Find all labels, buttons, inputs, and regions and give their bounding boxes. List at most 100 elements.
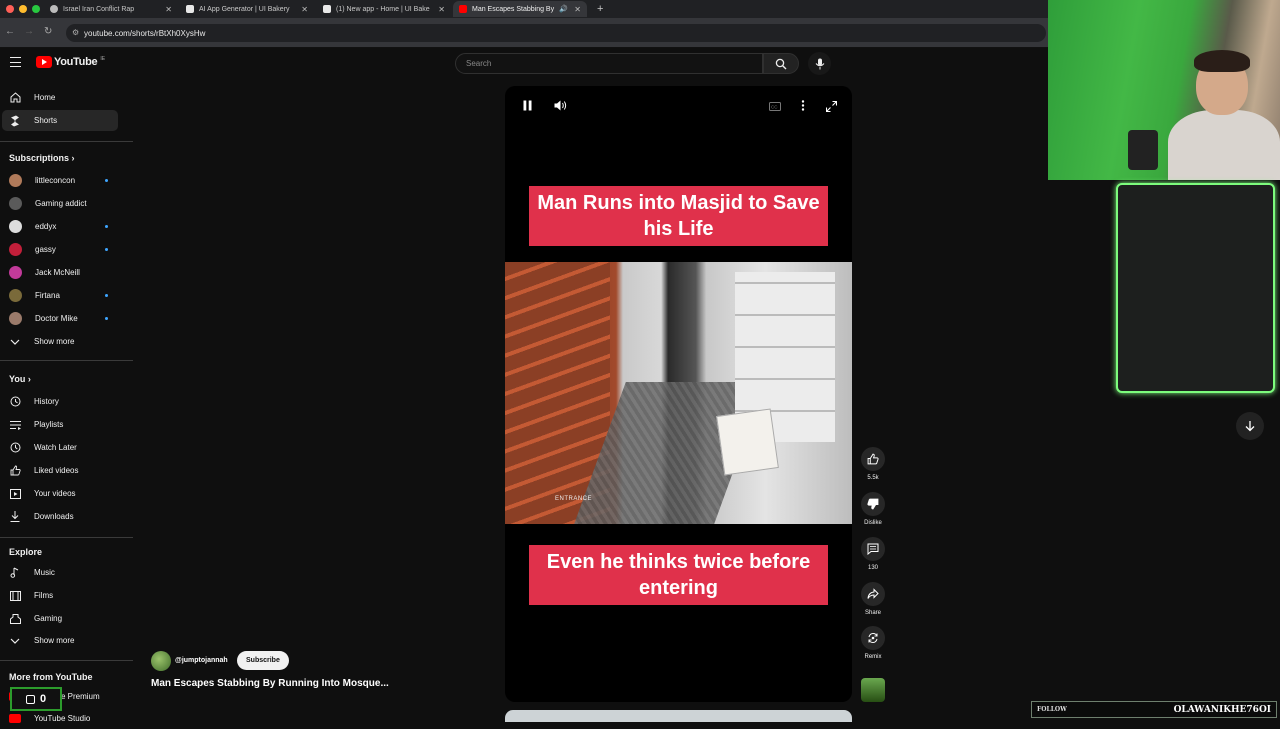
share-label: Share [864,610,881,616]
close-tab-icon[interactable]: ✕ [165,5,172,14]
pause-icon[interactable] [523,100,532,114]
maximize-window-button[interactable] [32,5,40,13]
sidebar-divider [0,537,133,538]
sidebar-item-subscription[interactable]: Firtana [2,285,118,306]
sidebar-item-subscription[interactable]: Doctor Mike [2,308,118,329]
next-video-button[interactable] [1236,412,1264,440]
share-icon [867,588,879,599]
show-more-subscriptions[interactable]: Show more [2,331,118,352]
youtube-logo[interactable]: YouTube IE [36,56,105,68]
new-tab-button[interactable]: + [591,1,607,17]
video-caption-top: Man Runs into Masjid to Save his Life [529,186,828,246]
shorts-video-player[interactable]: CC Man Runs into Masjid to Save his Life… [505,86,852,702]
url-field[interactable]: ⚙ youtube.com/shorts/rBtXh0XysHw [66,24,1046,42]
sidebar-item-subscription[interactable]: Gaming addict [2,193,118,214]
youtube-studio-icon [9,714,21,723]
sidebar-item-youtube-studio[interactable]: YouTube Studio [2,708,118,729]
logo-region: IE [100,56,106,62]
sidebar-item-your-videos[interactable]: Your videos [2,483,118,504]
sidebar-item-films[interactable]: Films [2,585,118,606]
sidebar-item-home[interactable]: Home [2,87,118,108]
shorts-icon [9,115,21,127]
sidebar-item-label: Downloads [34,512,74,521]
counter-value: 0 [39,693,47,705]
close-tab-icon[interactable]: ✕ [301,5,308,14]
sidebar-item-shorts[interactable]: Shorts [2,110,118,131]
minimize-window-button[interactable] [19,5,27,13]
forward-arrow-icon[interactable]: → [24,26,34,37]
more-from-youtube-heading: More from YouTube [9,672,93,682]
avatar [9,266,22,279]
sidebar-item-liked-videos[interactable]: Liked videos [2,460,118,481]
sidebar-item-label: littleconcon [35,176,76,185]
sidebar-item-label: Shorts [34,116,58,125]
site-info-icon[interactable]: ⚙ [72,28,79,37]
share-button[interactable]: Share [861,582,885,616]
close-window-button[interactable] [6,5,14,13]
sidebar-item-music[interactable]: Music [2,562,118,583]
avatar [9,174,22,187]
new-content-dot [105,294,108,297]
dislike-label: Dislike [864,520,882,526]
search-button[interactable] [763,53,799,74]
search-input[interactable]: Search [455,53,763,74]
home-icon [9,92,21,104]
comment-icon [867,543,879,555]
close-tab-icon[interactable]: ✕ [574,5,581,14]
more-options-icon[interactable] [801,100,805,114]
subscribe-button[interactable]: Subscribe [237,651,289,670]
tab-title: Man Escapes Stabbing By [472,5,555,13]
sidebar-item-subscription[interactable]: gassy [2,239,118,260]
sound-thumbnail[interactable] [861,678,885,702]
remix-button[interactable]: Remix [861,626,885,660]
dislike-button[interactable]: Dislike [861,492,885,526]
sidebar-item-label: Home [34,93,56,102]
browser-tab[interactable]: Israel Iran Conflict Rap ✕ [44,1,178,17]
tab-title: AI App Generator | UI Bakery [199,5,290,13]
sidebar-item-subscription[interactable]: Jack McNeill [2,262,118,283]
show-more-explore[interactable]: Show more [2,630,118,651]
sidebar-item-gaming[interactable]: Gaming [2,608,118,629]
sidebar-item-label: YouTube Studio [34,714,91,723]
sidebar-item-label: Show more [34,636,75,645]
next-short-preview[interactable] [505,710,852,722]
reload-icon[interactable]: ↻ [44,26,52,37]
sidebar-item-watch-later[interactable]: Watch Later [2,437,118,458]
sidebar-item-playlists[interactable]: Playlists [2,414,118,435]
sidebar-divider [0,660,133,661]
fullscreen-icon[interactable] [825,100,838,115]
films-icon [9,590,21,602]
sidebar-item-label: Firtana [35,291,60,300]
back-arrow-icon[interactable]: ← [5,26,15,37]
channel-name[interactable]: @jumptojannah [175,657,228,664]
menu-icon[interactable] [10,57,21,67]
like-button[interactable]: 5.5k [861,447,885,481]
browser-tab-active[interactable]: Man Escapes Stabbing By 🔊 ✕ [453,1,587,17]
voice-search-button[interactable] [808,52,831,75]
sidebar-item-subscription[interactable]: littleconcon [2,170,118,191]
sidebar-item-downloads[interactable]: Downloads [2,506,118,527]
new-content-dot [105,248,108,251]
channel-avatar[interactable] [151,651,171,671]
ui-bakery-icon [323,5,331,13]
browser-tab[interactable]: AI App Generator | UI Bakery ✕ [180,1,314,17]
youtube-play-icon [36,56,52,68]
subscriptions-heading[interactable]: Subscriptions › [9,153,75,163]
follow-banner: FOLLOW OLAWANIKHE76OI [1031,701,1277,718]
url-text: youtube.com/shorts/rBtXh0XysHw [84,28,206,38]
video-title[interactable]: Man Escapes Stabbing By Running Into Mos… [151,678,389,689]
captions-icon[interactable]: CC [769,102,781,114]
sidebar-item-history[interactable]: History [2,391,118,412]
comments-button[interactable]: 130 [861,537,885,571]
close-tab-icon[interactable]: ✕ [438,5,445,14]
sidebar-item-label: Gaming [34,614,63,623]
you-heading[interactable]: You › [9,374,31,384]
browser-tab[interactable]: (1) New app - Home | UI Bake ✕ [317,1,451,17]
follow-label: FOLLOW [1037,706,1067,713]
speaker-icon[interactable]: 🔊 [559,5,568,13]
sidebar-item-label: Films [34,591,54,600]
volume-icon[interactable] [554,100,567,114]
avatar [9,243,22,256]
new-content-dot [105,225,108,228]
sidebar-item-subscription[interactable]: eddyx [2,216,118,237]
